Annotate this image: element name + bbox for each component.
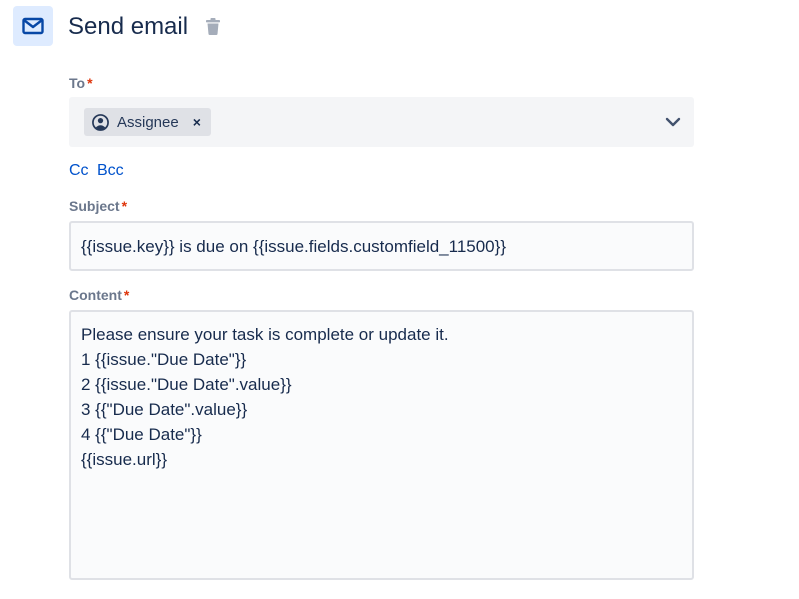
content-textarea[interactable]: Please ensure your task is complete or u… [69,310,694,580]
page-title: Send email [68,13,189,40]
content-line: 1 {{issue."Due Date"}} [81,350,247,369]
required-mark: * [87,75,93,91]
remove-recipient-button[interactable]: × [193,115,201,129]
content-line: 3 {{"Due Date".value}} [81,400,248,419]
to-recipients-select[interactable]: Assignee × [69,97,694,147]
subject-input[interactable]: {{issue.key}} is due on {{issue.fields.c… [69,221,694,271]
send-email-panel: Send email To * Assignee × Cc Bcc Subject… [0,0,799,599]
to-label-text: To [69,75,86,91]
cc-link[interactable]: Cc [69,162,89,180]
content-line: 2 {{issue."Due Date".value}} [81,375,292,394]
to-label: To * [69,75,93,91]
content-label: Content * [69,287,129,303]
content-line: 4 {{"Due Date"}} [81,425,202,444]
content-line: Please ensure your task is complete or u… [81,325,449,344]
delete-action-button[interactable] [204,16,222,36]
chevron-down-icon[interactable] [664,113,682,131]
required-mark: * [121,198,128,214]
user-circle-icon [92,113,109,131]
mail-icon [13,6,53,46]
subject-label: Subject * [69,198,127,214]
content-label-text: Content [69,287,122,303]
bcc-link[interactable]: Bcc [97,162,124,180]
required-mark: * [123,287,130,303]
content-line: {{issue.url}} [81,450,168,469]
recipient-chip-label: Assignee [117,113,179,131]
subject-label-text: Subject [69,198,120,214]
trash-icon [206,17,220,35]
recipient-chip-assignee[interactable]: Assignee × [84,108,211,136]
